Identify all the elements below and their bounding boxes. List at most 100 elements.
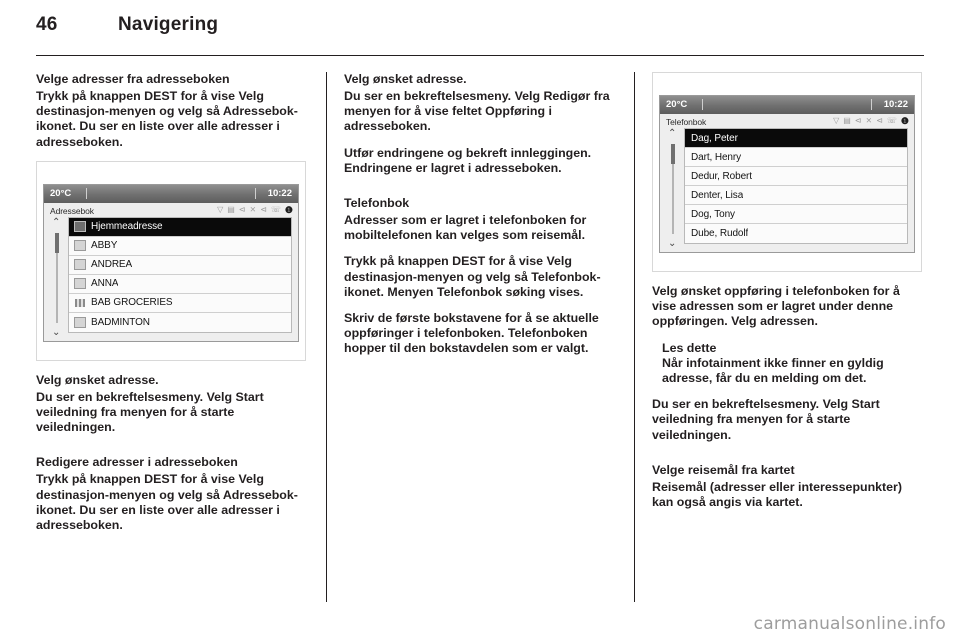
paragraph-right-2: Du ser en bekreftelsesmeny. Velg Start v… xyxy=(652,397,880,442)
subheading-select-address: Velg ønsket adresse. xyxy=(36,372,159,387)
phone-icon: ☏ xyxy=(270,204,281,214)
list-item[interactable]: BADMINTON xyxy=(69,312,291,332)
wifi-icon: ▽ xyxy=(833,116,840,125)
screen-title: Telefonbok xyxy=(666,117,707,127)
column-left: Velge adresser fra adresseboken Trykk på… xyxy=(36,72,308,602)
list-item[interactable]: Hjemmeadresse xyxy=(69,217,291,237)
list-item-label: Dedur, Robert xyxy=(691,170,752,182)
phone-icon: ☏ xyxy=(886,116,897,125)
figure-phonebook: 20°C 10:22 Telefonbok ▽ ▤ ⊲ ⨯ ⊲ ☏ ❶ ⌃ ⌄ … xyxy=(652,72,922,272)
list-item-label: ABBY xyxy=(91,240,118,252)
paragraph-middle-5: Skriv de første bokstavene for å se aktu… xyxy=(344,311,599,356)
header-divider xyxy=(36,55,924,56)
column-right: 20°C 10:22 Telefonbok ▽ ▤ ⊲ ⨯ ⊲ ☏ ❶ ⌃ ⌄ … xyxy=(652,72,924,602)
infotainment-screen-addressbook: 20°C 10:22 Adressebok ▽ ▤ ⊲ ⨯ ⊲ ☏ ❶ ⌃ ⌄ … xyxy=(43,183,299,342)
list-item-label: Dube, Rudolf xyxy=(691,228,749,239)
section-heading-edit-addresses: Redigere adresser i adresseboken xyxy=(36,455,238,470)
figure-addressbook: 20°C 10:22 Adressebok ▽ ▤ ⊲ ⨯ ⊲ ☏ ❶ ⌃ ⌄ … xyxy=(36,160,306,361)
scroll-up-icon[interactable]: ⌃ xyxy=(52,217,60,228)
status-separator-left xyxy=(702,99,703,110)
footer-watermark: carmanualsonline.info xyxy=(753,614,946,634)
paragraph-middle-4: Trykk på knappen DEST for å vise Velg de… xyxy=(344,254,601,299)
column-divider-1 xyxy=(326,72,327,602)
phonebook-list[interactable]: Dag, Peter Dart, Henry Dedur, Robert Den… xyxy=(684,128,908,244)
scroll-up-icon[interactable]: ⌃ xyxy=(668,129,676,139)
contact-icon xyxy=(69,278,91,290)
list-item[interactable]: Dart, Henry xyxy=(685,148,907,167)
list-scrollbar[interactable]: ⌃ ⌄ xyxy=(48,217,66,338)
contact-icon xyxy=(69,240,91,252)
list-item[interactable]: Dube, Rudolf xyxy=(685,224,907,243)
contact-icon xyxy=(69,259,91,271)
list-item[interactable]: ABBY xyxy=(69,236,291,256)
scroll-down-icon[interactable]: ⌄ xyxy=(668,239,676,249)
contact-icon xyxy=(69,316,91,328)
addressbook-list[interactable]: Hjemmeadresse ABBY ANDREA ANNA BAB GROCE… xyxy=(68,216,292,333)
note-title: Les dette xyxy=(662,340,717,355)
list-scrollbar[interactable]: ⌃ ⌄ xyxy=(664,129,682,249)
column-middle: Velg ønsket adresse. Du ser en bekreftel… xyxy=(344,72,616,602)
note-block: Les dette Når infotainment ikke finner e… xyxy=(662,341,924,387)
list-item-label: BADMINTON xyxy=(91,316,150,328)
mute-icon: ⊲ xyxy=(238,204,246,214)
list-item-label: Denter, Lisa xyxy=(691,189,744,201)
list-item-label: BAB GROCERIES xyxy=(91,297,173,309)
content-columns: Velge adresser fra adresseboken Trykk på… xyxy=(36,72,924,602)
screen-body: Telefonbok ▽ ▤ ⊲ ⨯ ⊲ ☏ ❶ ⌃ ⌄ Dag, Peter … xyxy=(660,114,914,252)
screen-status-icons: ▽ ▤ ⊲ ⨯ ⊲ ☏ ❶ xyxy=(217,205,293,215)
infotainment-screen-phonebook: 20°C 10:22 Telefonbok ▽ ▤ ⊲ ⨯ ⊲ ☏ ❶ ⌃ ⌄ … xyxy=(659,95,915,253)
battery-icon: ❶ xyxy=(900,116,909,126)
list-item[interactable]: Dedur, Robert xyxy=(685,167,907,186)
message-icon: ▤ xyxy=(227,204,235,214)
list-item-label: Dag, Peter xyxy=(691,132,738,144)
list-item[interactable]: Dog, Tony xyxy=(685,205,907,224)
list-item[interactable]: ANNA xyxy=(69,274,291,294)
shuffle-icon: ⨯ xyxy=(249,204,257,214)
clock-readout: 10:22 xyxy=(267,187,292,199)
list-item[interactable]: Denter, Lisa xyxy=(685,186,907,205)
scroll-down-icon[interactable]: ⌄ xyxy=(52,327,60,338)
section-heading-phonebook: Telefonbok xyxy=(344,196,410,211)
list-item-label: ANNA xyxy=(91,278,119,290)
list-item[interactable]: Dag, Peter xyxy=(685,129,907,148)
list-item[interactable]: ANDREA xyxy=(69,255,291,275)
list-item-label: Dog, Tony xyxy=(691,208,735,220)
clock-readout: 10:22 xyxy=(883,99,908,110)
paragraph-left-2: Du ser en bekreftelsesmeny. Velg Start v… xyxy=(36,389,264,435)
store-icon xyxy=(69,298,91,308)
list-item-label: Dart, Henry xyxy=(691,151,742,163)
list-item[interactable]: BAB GROCERIES xyxy=(69,293,291,313)
page-title: Navigering xyxy=(118,14,219,35)
status-separator-right xyxy=(871,99,872,110)
wifi-icon: ▽ xyxy=(217,204,224,214)
home-icon xyxy=(69,221,91,233)
subheading-select-desired-address: Velg ønsket adresse. xyxy=(344,72,467,86)
paragraph-left-3: Trykk på knappen DEST for å vise Velg de… xyxy=(36,472,298,533)
scroll-thumb[interactable] xyxy=(671,144,675,164)
speaker-off-icon: ⊲ xyxy=(260,204,267,214)
speaker-off-icon: ⊲ xyxy=(876,116,883,125)
list-item-label: Hjemmeadresse xyxy=(91,221,163,233)
shuffle-icon: ⨯ xyxy=(865,116,873,125)
page-header: 46 Navigering xyxy=(36,14,924,46)
page-number: 46 xyxy=(36,14,58,35)
paragraph-middle-1: Du ser en bekreftelsesmeny. Velg Redigør… xyxy=(344,89,610,134)
list-item-label: ANDREA xyxy=(91,259,133,271)
paragraph-right-3: Reisemål (adresser eller interessepunkte… xyxy=(652,479,903,510)
temperature-readout: 20°C xyxy=(666,99,688,110)
screen-status-icons: ▽ ▤ ⊲ ⨯ ⊲ ☏ ❶ xyxy=(833,116,909,126)
temperature-readout: 20°C xyxy=(50,187,72,199)
section-heading-select-address: Velge adresser fra adresseboken xyxy=(36,72,230,86)
paragraph-right-1: Velg ønsket oppføring i telefonboken for… xyxy=(652,284,900,329)
status-bar: 20°C 10:22 xyxy=(660,96,914,114)
mute-icon: ⊲ xyxy=(854,116,862,125)
scroll-thumb[interactable] xyxy=(55,232,59,253)
section-heading-select-from-map: Velge reisemål fra kartet xyxy=(652,462,795,477)
manual-page: 46 Navigering Velge adresser fra adresse… xyxy=(0,0,960,642)
note-body: Når infotainment ikke finner en gyldig a… xyxy=(662,355,884,386)
status-bar: 20°C 10:22 xyxy=(44,184,298,203)
paragraph-left-1: Trykk på knappen DEST for å vise Velg de… xyxy=(36,89,298,149)
message-icon: ▤ xyxy=(843,116,851,125)
status-separator-right xyxy=(255,187,256,199)
